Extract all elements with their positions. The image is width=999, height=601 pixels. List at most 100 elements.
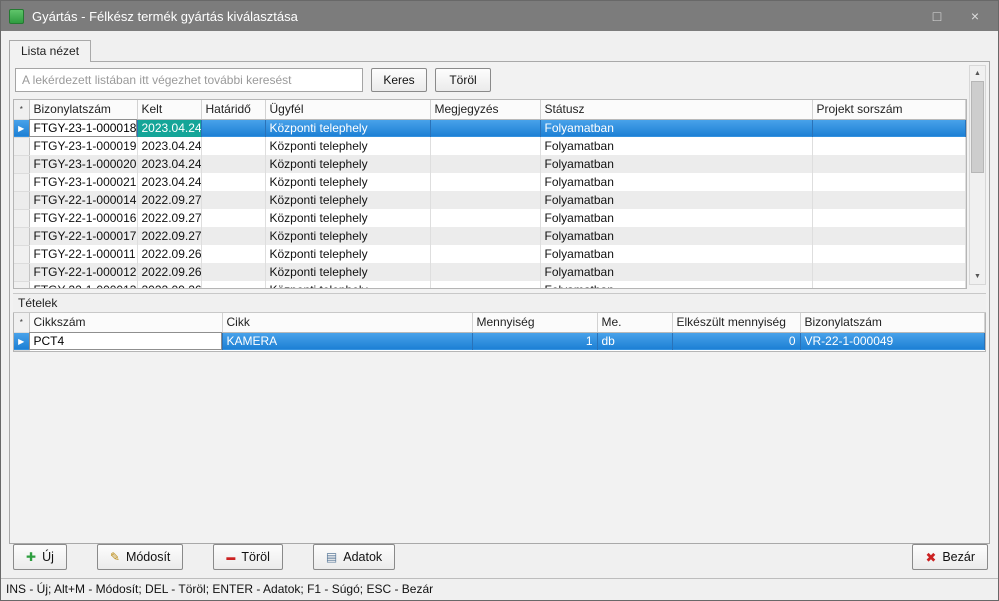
cell-cikk[interactable]: KAMERA: [222, 332, 472, 350]
close-dialog-button[interactable]: ✖ Bezár: [912, 544, 988, 570]
orders-row[interactable]: FTGY-22-1-0000172022.09.27. Központi tele…: [14, 227, 966, 245]
orders-row[interactable]: ▶FTGY-23-1-0000182023.04.24.Központi tel…: [14, 119, 966, 137]
cell-statusz[interactable]: Folyamatban: [540, 173, 812, 191]
search-button[interactable]: Keres: [371, 68, 427, 92]
cell-projekt[interactable]: [812, 227, 966, 245]
items-row[interactable]: ▶PCT4KAMERA1db0VR-22-1-000049: [14, 332, 985, 350]
cell-projekt[interactable]: [812, 209, 966, 227]
orders-row[interactable]: FTGY-22-1-0000112022.09.26.Központi tele…: [14, 245, 966, 263]
cell-bizonylatszam[interactable]: VR-22-1-000049: [800, 332, 985, 350]
cell-ugyfel[interactable]: Központi telephely: [265, 191, 430, 209]
cell-hatarido[interactable]: [201, 209, 265, 227]
scrollbar-track[interactable]: [970, 81, 985, 269]
cell-megjegyzes[interactable]: [430, 209, 540, 227]
col-cikk[interactable]: Cikk: [222, 313, 472, 332]
cell-kelt[interactable]: 2022.09.27.: [137, 191, 201, 209]
cell-statusz[interactable]: Folyamatban: [540, 191, 812, 209]
cell-statusz[interactable]: Folyamatban: [540, 281, 812, 289]
orders-row[interactable]: FTGY-23-1-0000202023.04.24. Központi tele…: [14, 155, 966, 173]
row-indicator[interactable]: [14, 137, 29, 155]
cell-megjegyzes[interactable]: [430, 245, 540, 263]
cell-kelt[interactable]: 2022.09.26.: [137, 281, 201, 289]
cell-hatarido[interactable]: [201, 245, 265, 263]
row-indicator[interactable]: [14, 227, 29, 245]
col-bizonylatszam[interactable]: Bizonylatszám: [29, 100, 137, 119]
cell-kelt[interactable]: 2023.04.24.: [137, 173, 201, 191]
cell-statusz[interactable]: Folyamatban: [540, 263, 812, 281]
col-statusz[interactable]: Státusz: [540, 100, 812, 119]
orders-row[interactable]: FTGY-23-1-0000192023.04.24.Központi tele…: [14, 137, 966, 155]
cell-hatarido[interactable]: [201, 263, 265, 281]
items-select-all-header-icon[interactable]: *: [14, 313, 29, 332]
close-button[interactable]: ×: [960, 1, 990, 31]
cell-kelt[interactable]: 2023.04.24.: [137, 155, 201, 173]
scroll-down-icon[interactable]: ▼: [970, 269, 985, 284]
cell-ugyfel[interactable]: Központi telephely: [265, 119, 430, 137]
cell-bizonylatszam[interactable]: FTGY-23-1-000021: [29, 173, 137, 191]
tab-lista-nezet[interactable]: Lista nézet: [9, 40, 91, 62]
cell-hatarido[interactable]: [201, 191, 265, 209]
orders-row[interactable]: FTGY-22-1-0000132022.09.26. Központi tele…: [14, 281, 966, 289]
search-input[interactable]: [15, 68, 363, 92]
cell-cikkszam[interactable]: PCT4: [29, 332, 222, 350]
cell-bizonylatszam[interactable]: FTGY-22-1-000012: [29, 263, 137, 281]
cell-projekt[interactable]: [812, 263, 966, 281]
row-indicator[interactable]: [14, 155, 29, 173]
cell-bizonylatszam[interactable]: FTGY-23-1-000019: [29, 137, 137, 155]
col-mennyiseg[interactable]: Mennyiség: [472, 313, 597, 332]
col-kelt[interactable]: Kelt: [137, 100, 201, 119]
cell-ugyfel[interactable]: Központi telephely: [265, 155, 430, 173]
col-cikkszam[interactable]: Cikkszám: [29, 313, 222, 332]
cell-megjegyzes[interactable]: [430, 173, 540, 191]
cell-hatarido[interactable]: [201, 155, 265, 173]
cell-mennyiseg[interactable]: 1: [472, 332, 597, 350]
cell-me[interactable]: db: [597, 332, 672, 350]
cell-megjegyzes[interactable]: [430, 191, 540, 209]
cell-megjegyzes[interactable]: [430, 119, 540, 137]
orders-row[interactable]: FTGY-23-1-0000212023.04.24.Központi tele…: [14, 173, 966, 191]
maximize-button[interactable]: □: [922, 1, 952, 31]
row-indicator[interactable]: [14, 245, 29, 263]
cell-kelt[interactable]: 2023.04.24.: [137, 137, 201, 155]
cell-ugyfel[interactable]: Központi telephely: [265, 263, 430, 281]
scrollbar-thumb[interactable]: [971, 81, 984, 173]
cell-ugyfel[interactable]: Központi telephely: [265, 281, 430, 289]
cell-kelt[interactable]: 2022.09.26.: [137, 245, 201, 263]
cell-hatarido[interactable]: [201, 227, 265, 245]
select-all-header-icon[interactable]: *: [14, 100, 29, 119]
cell-hatarido[interactable]: [201, 137, 265, 155]
cell-hatarido[interactable]: [201, 173, 265, 191]
cell-statusz[interactable]: Folyamatban: [540, 245, 812, 263]
cell-bizonylatszam[interactable]: FTGY-22-1-000013: [29, 281, 137, 289]
scroll-up-icon[interactable]: ▲: [970, 66, 985, 81]
cell-bizonylatszam[interactable]: FTGY-22-1-000016: [29, 209, 137, 227]
col-megjegyzes[interactable]: Megjegyzés: [430, 100, 540, 119]
cell-statusz[interactable]: Folyamatban: [540, 227, 812, 245]
cell-elkeszult[interactable]: 0: [672, 332, 800, 350]
row-indicator[interactable]: ▶: [14, 332, 29, 350]
col-ugyfel[interactable]: Ügyfél: [265, 100, 430, 119]
cell-projekt[interactable]: [812, 155, 966, 173]
cell-megjegyzes[interactable]: [430, 281, 540, 289]
cell-projekt[interactable]: [812, 137, 966, 155]
cell-megjegyzes[interactable]: [430, 263, 540, 281]
col-hatarido[interactable]: Határidő: [201, 100, 265, 119]
cell-projekt[interactable]: [812, 245, 966, 263]
orders-row[interactable]: FTGY-22-1-0000122022.09.26. Központi tele…: [14, 263, 966, 281]
cell-kelt[interactable]: 2022.09.26.: [137, 263, 201, 281]
delete-button[interactable]: ▬ Töröl: [213, 544, 282, 570]
cell-statusz[interactable]: Folyamatban: [540, 137, 812, 155]
cell-kelt[interactable]: 2022.09.27.: [137, 227, 201, 245]
row-indicator[interactable]: [14, 173, 29, 191]
cell-bizonylatszam[interactable]: FTGY-22-1-000011: [29, 245, 137, 263]
cell-kelt[interactable]: 2022.09.27.: [137, 209, 201, 227]
cell-hatarido[interactable]: [201, 119, 265, 137]
cell-bizonylatszam[interactable]: FTGY-22-1-000017: [29, 227, 137, 245]
cell-bizonylatszam[interactable]: FTGY-22-1-000014: [29, 191, 137, 209]
clear-search-button[interactable]: Töröl: [435, 68, 491, 92]
cell-ugyfel[interactable]: Központi telephely: [265, 227, 430, 245]
col-items-bizonylatszam[interactable]: Bizonylatszám: [800, 313, 985, 332]
col-projekt-sorszam[interactable]: Projekt sorszám: [812, 100, 966, 119]
orders-row[interactable]: FTGY-22-1-0000142022.09.27. Központi tele…: [14, 191, 966, 209]
cell-bizonylatszam[interactable]: FTGY-23-1-000020: [29, 155, 137, 173]
